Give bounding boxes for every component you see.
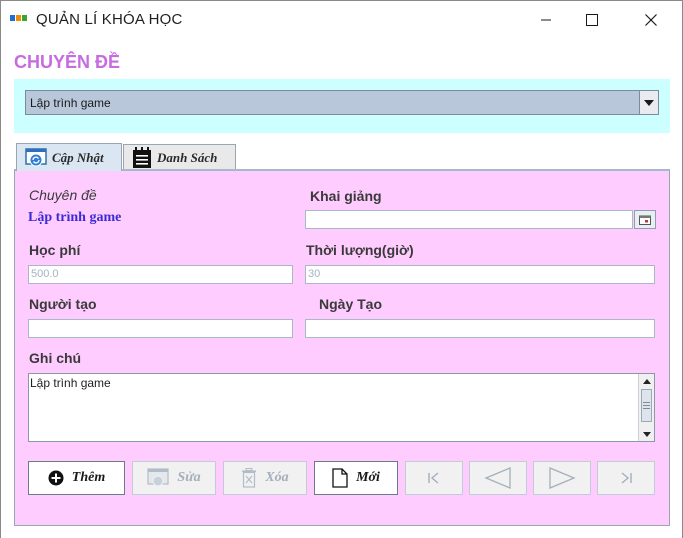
trash-icon bbox=[242, 468, 257, 488]
note-textarea[interactable]: Lập trình game bbox=[28, 373, 655, 442]
update-form-icon bbox=[25, 147, 47, 166]
created-date-label: Ngày Tạo bbox=[319, 296, 383, 312]
previous-arrow-icon bbox=[484, 467, 511, 489]
delete-button-label: Xóa bbox=[265, 470, 289, 485]
scroll-thumb[interactable] bbox=[641, 389, 652, 422]
app-logo-icon bbox=[10, 15, 27, 21]
scroll-up-arrow-icon bbox=[642, 378, 651, 384]
title-bar[interactable]: QUẢN LÍ KHÓA HỌC bbox=[1, 1, 682, 39]
update-form-panel: Chuyên đề Lập trình game Khai giảng Học … bbox=[14, 169, 670, 526]
next-arrow-icon bbox=[549, 467, 576, 489]
scroll-down-button[interactable] bbox=[639, 427, 654, 441]
previous-record-button[interactable] bbox=[469, 461, 527, 495]
combobox-dropdown-button[interactable] bbox=[639, 91, 658, 114]
duration-label: Thời lượng(giờ) bbox=[306, 242, 414, 258]
window-content: CHUYÊN ĐỀ Lập trình game Cập Nhật Danh S… bbox=[1, 39, 682, 538]
edit-button[interactable]: Sửa bbox=[132, 461, 216, 495]
scroll-down-arrow-icon bbox=[642, 431, 651, 437]
tab-list[interactable]: Danh Sách bbox=[123, 144, 236, 170]
topic-selector-panel: Lập trình game bbox=[14, 79, 670, 133]
window-title: QUẢN LÍ KHÓA HỌC bbox=[36, 11, 183, 28]
add-button-label: Thêm bbox=[71, 470, 106, 485]
scroll-up-button[interactable] bbox=[639, 374, 654, 388]
page-title: CHUYÊN ĐỀ bbox=[14, 52, 121, 72]
topic-label: Chuyên đề bbox=[29, 187, 97, 203]
plus-circle-icon bbox=[48, 470, 64, 486]
tab-list-label: Danh Sách bbox=[157, 149, 218, 165]
last-record-button[interactable] bbox=[597, 461, 655, 495]
created-date-field[interactable] bbox=[305, 319, 655, 338]
new-document-icon bbox=[332, 468, 348, 488]
start-date-field[interactable] bbox=[305, 210, 633, 229]
note-scrollbar[interactable] bbox=[638, 374, 654, 441]
topic-combobox-value: Lập trình game bbox=[30, 96, 111, 110]
creator-label: Người tạo bbox=[29, 296, 97, 312]
maximize-icon bbox=[586, 14, 598, 26]
minimize-button[interactable] bbox=[523, 1, 569, 39]
date-picker-button[interactable] bbox=[634, 210, 656, 229]
duration-field[interactable]: 30 bbox=[305, 265, 655, 284]
tab-update-label: Cập Nhật bbox=[52, 149, 104, 165]
skip-last-icon bbox=[621, 472, 632, 484]
delete-button[interactable]: Xóa bbox=[223, 461, 307, 495]
topic-combobox[interactable]: Lập trình game bbox=[25, 90, 659, 115]
creator-field[interactable] bbox=[28, 319, 293, 338]
topic-value: Lập trình game bbox=[28, 210, 122, 225]
note-label: Ghi chú bbox=[29, 350, 82, 366]
first-record-button[interactable] bbox=[405, 461, 463, 495]
chevron-down-icon bbox=[644, 99, 654, 106]
add-button[interactable]: Thêm bbox=[28, 461, 125, 495]
new-button[interactable]: Mới bbox=[314, 461, 398, 495]
fee-label: Học phí bbox=[29, 242, 81, 258]
edit-button-label: Sửa bbox=[177, 470, 201, 485]
app-window: QUẢN LÍ KHÓA HỌC CHUYÊN ĐỀ Lập trình gam… bbox=[0, 0, 683, 538]
close-button[interactable] bbox=[628, 1, 674, 39]
start-date-label: Khai giảng bbox=[310, 188, 382, 204]
skip-first-icon bbox=[428, 472, 439, 484]
new-button-label: Mới bbox=[356, 470, 380, 485]
next-record-button[interactable] bbox=[533, 461, 591, 495]
list-notebook-icon bbox=[133, 146, 151, 168]
edit-form-icon bbox=[147, 468, 170, 487]
maximize-button[interactable] bbox=[569, 1, 615, 39]
tab-update[interactable]: Cập Nhật bbox=[16, 143, 122, 171]
calendar-icon bbox=[639, 215, 651, 225]
minimize-icon bbox=[541, 19, 551, 21]
note-text: Lập trình game bbox=[30, 376, 111, 390]
fee-field[interactable]: 500.0 bbox=[28, 265, 293, 284]
close-icon bbox=[645, 14, 657, 26]
